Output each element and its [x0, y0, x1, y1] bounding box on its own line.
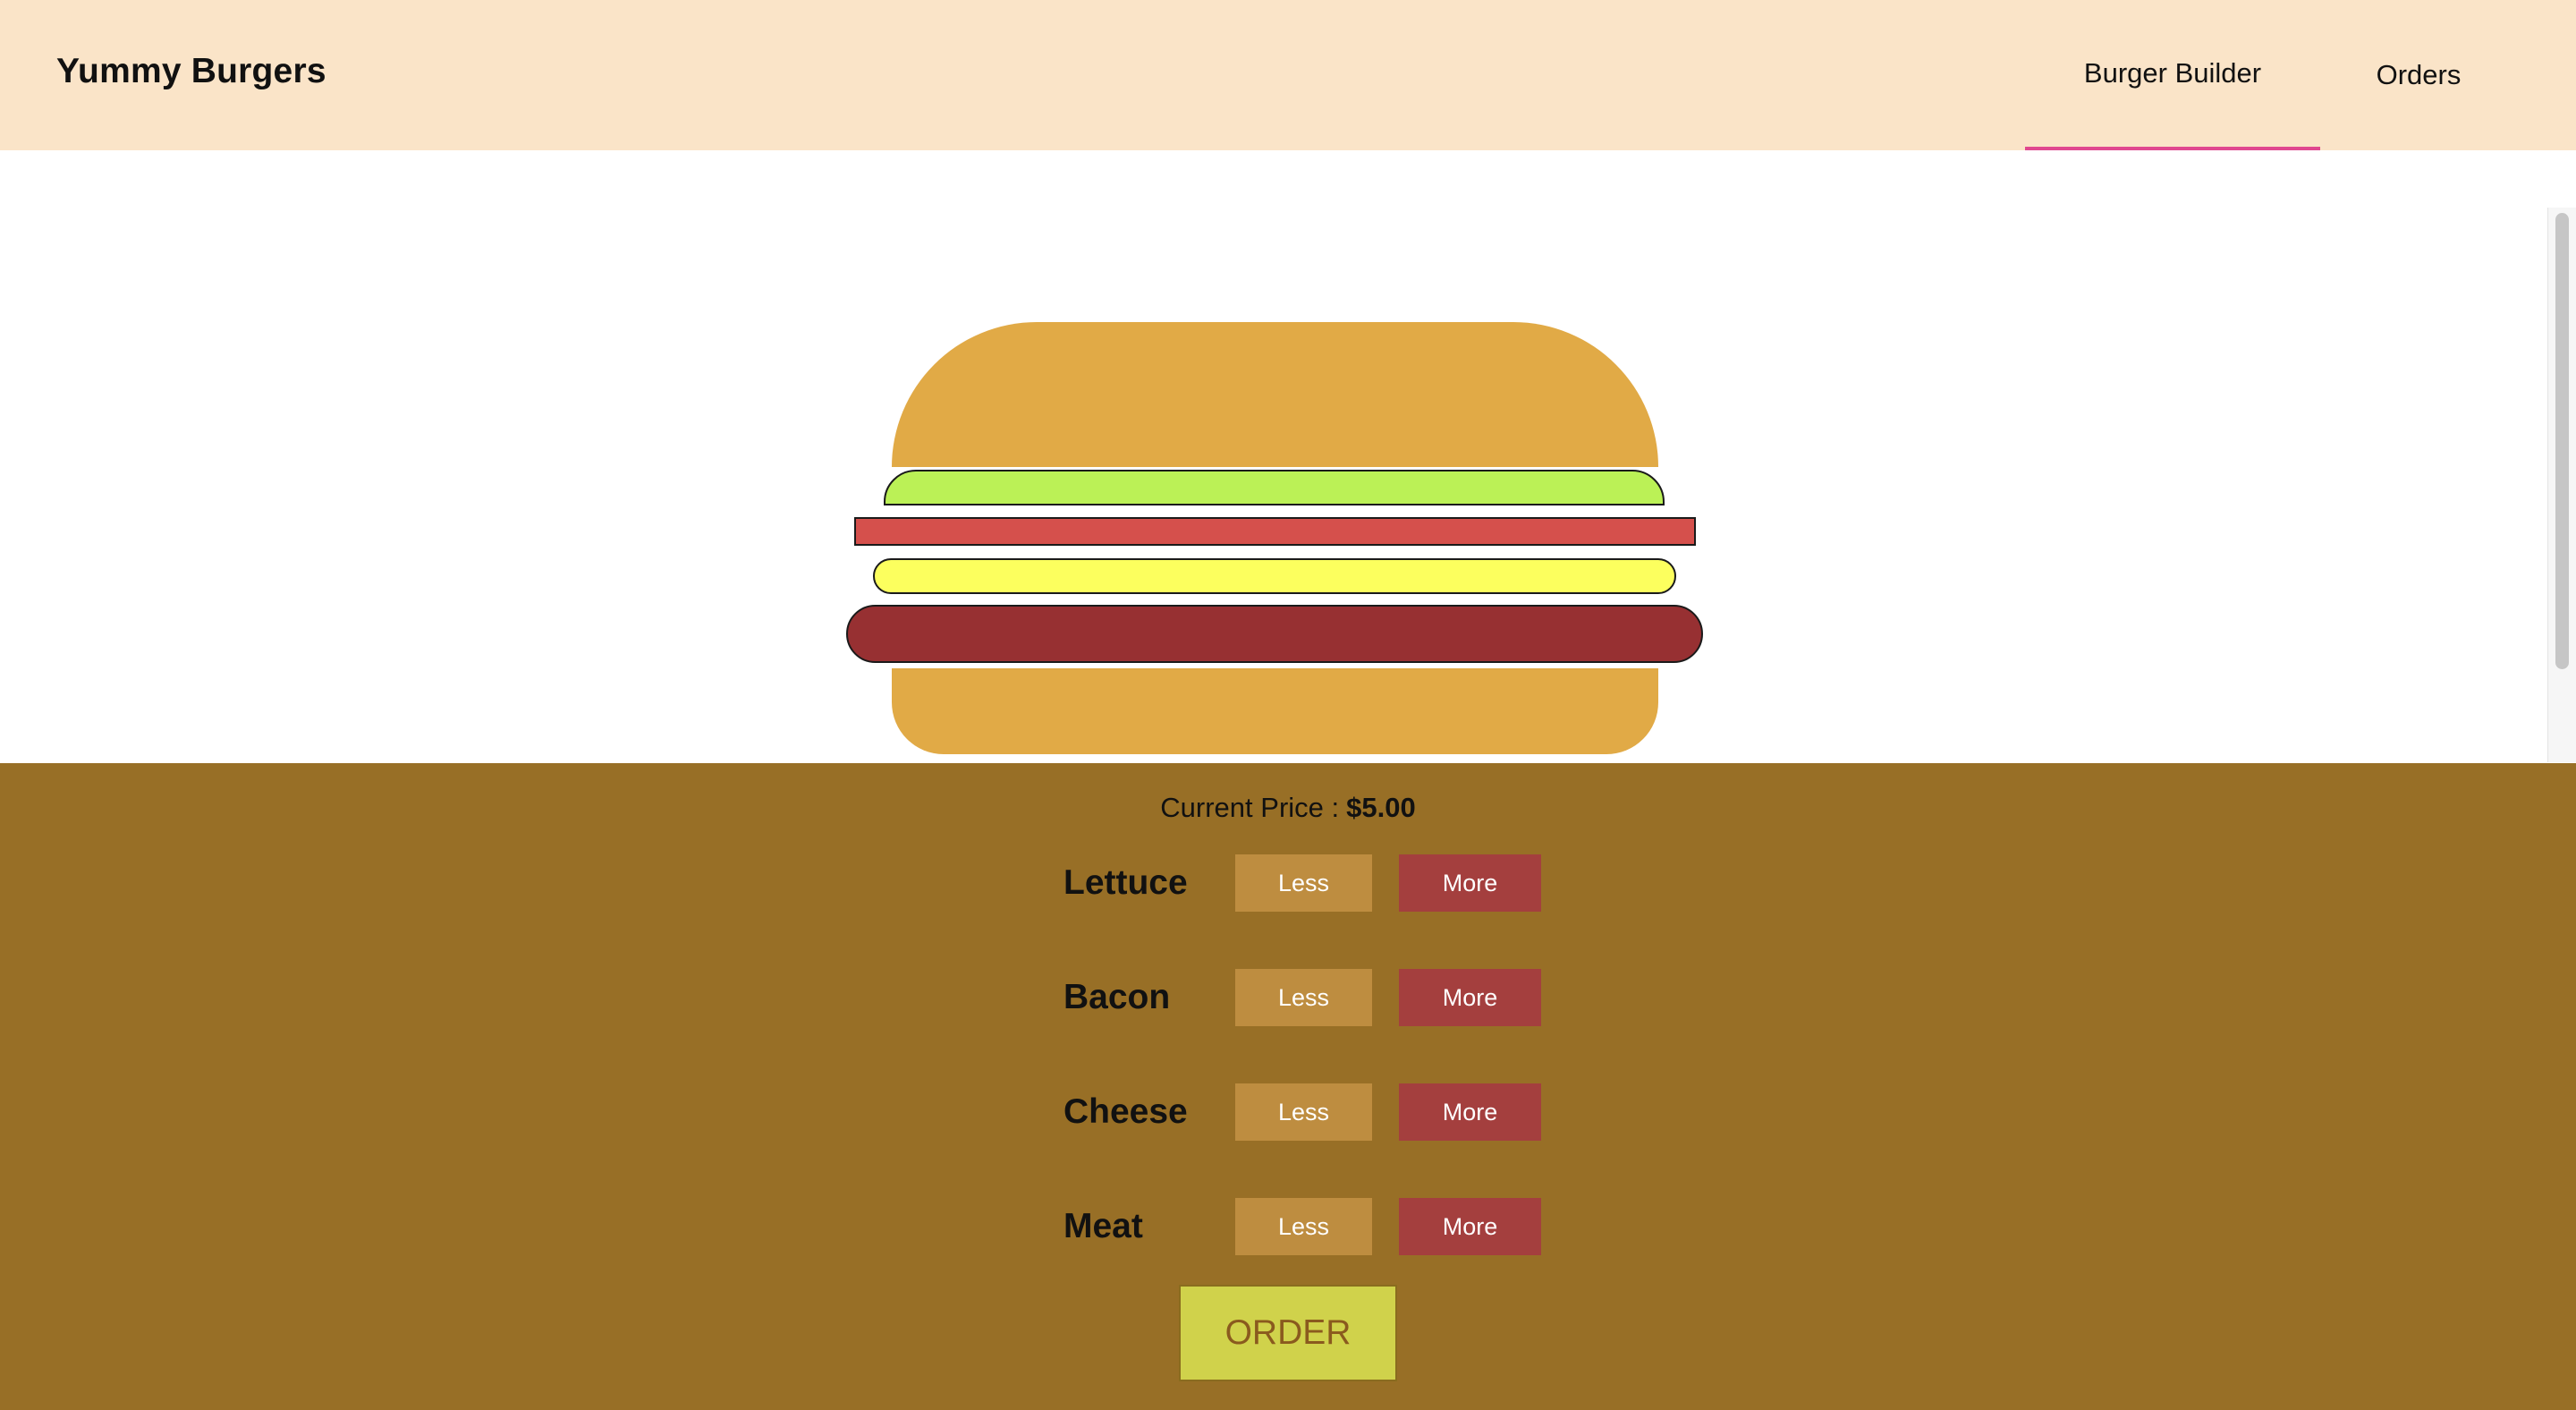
nav-burger-builder[interactable]: Burger Builder [2025, 0, 2320, 150]
cheese-more-button[interactable]: More [1399, 1083, 1541, 1141]
current-price: Current Price : $5.00 [0, 792, 2576, 824]
ingredient-label: Cheese [1063, 1092, 1188, 1131]
build-control-bacon: Bacon Less More [1063, 969, 1546, 1028]
scrollbar-thumb[interactable] [2555, 213, 2569, 669]
price-value: $5.00 [1346, 792, 1416, 823]
meat-more-button[interactable]: More [1399, 1198, 1541, 1255]
build-control-cheese: Cheese Less More [1063, 1083, 1546, 1142]
build-control-lettuce: Lettuce Less More [1063, 854, 1546, 913]
order-button[interactable]: ORDER [1179, 1285, 1397, 1381]
brand-title: Yummy Burgers [56, 52, 326, 90]
ingredient-label: Meat [1063, 1207, 1143, 1245]
bread-top [892, 322, 1658, 467]
nav-orders[interactable]: Orders [2320, 0, 2517, 150]
cheese-layer [873, 558, 1676, 594]
ingredient-label: Bacon [1063, 978, 1171, 1016]
bacon-layer [854, 517, 1696, 546]
lettuce-less-button[interactable]: Less [1235, 854, 1372, 912]
meat-layer [846, 605, 1703, 663]
ingredient-label: Lettuce [1063, 863, 1188, 902]
build-control-meat: Meat Less More [1063, 1198, 1546, 1257]
nav-orders-label: Orders [2376, 59, 2462, 90]
lettuce-layer [884, 470, 1665, 505]
bacon-more-button[interactable]: More [1399, 969, 1541, 1026]
build-controls: Current Price : $5.00 Lettuce Less More B… [0, 763, 2576, 1410]
meat-less-button[interactable]: Less [1235, 1198, 1372, 1255]
cheese-less-button[interactable]: Less [1235, 1083, 1372, 1141]
price-label: Current Price : [1160, 792, 1340, 823]
toolbar: Yummy Burgers Burger Builder Orders [0, 0, 2576, 150]
bread-bottom [892, 668, 1658, 754]
nav-burger-builder-label: Burger Builder [2083, 57, 2262, 89]
bacon-less-button[interactable]: Less [1235, 969, 1372, 1026]
lettuce-more-button[interactable]: More [1399, 854, 1541, 912]
